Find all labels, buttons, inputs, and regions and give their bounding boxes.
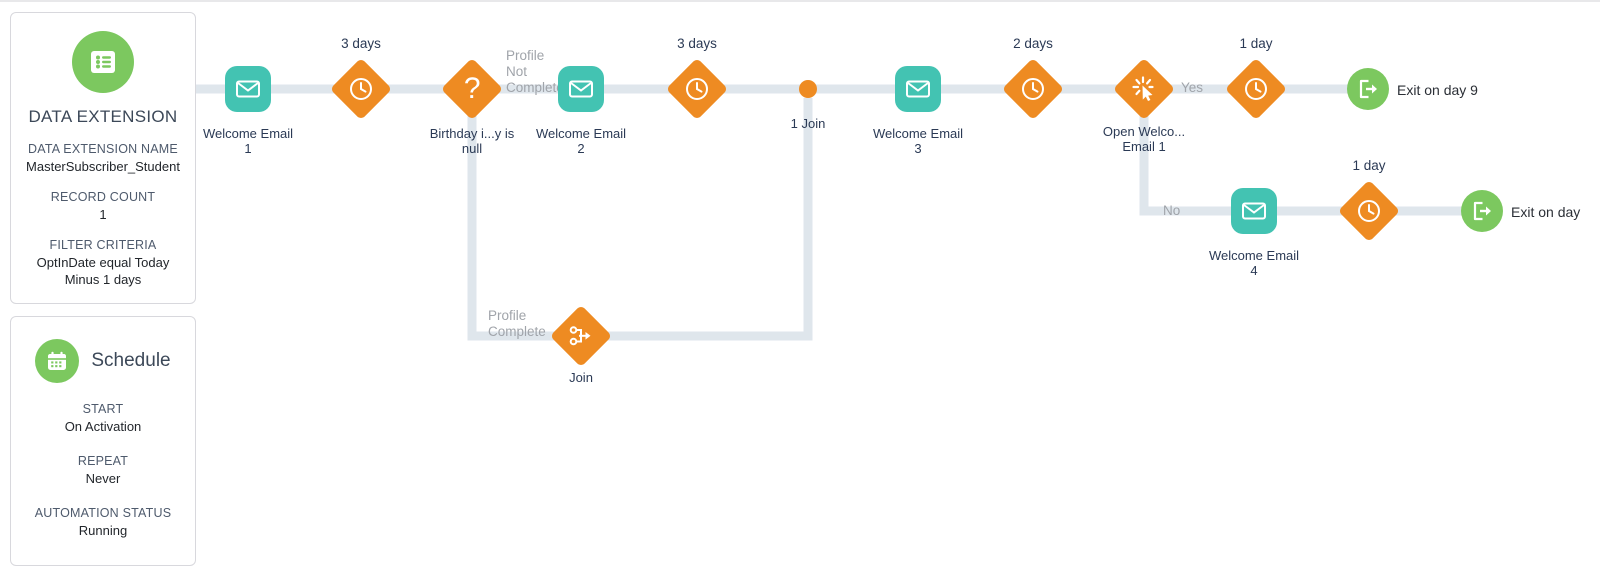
node-welcome-email-4[interactable] [1231, 188, 1277, 234]
node-wait-3-days-a[interactable] [329, 57, 393, 121]
node-welcome-email-2[interactable] [558, 66, 604, 112]
clock-icon [1224, 57, 1288, 121]
time-label-wait-1-day-no: 1 day [1352, 158, 1386, 173]
node-welcome-email-1[interactable] [225, 66, 271, 112]
merge-icon [549, 304, 613, 368]
clock-icon [329, 57, 393, 121]
click-burst-icon [1112, 57, 1176, 121]
exit-label-day-bottom: Exit on day [1511, 204, 1581, 220]
node-wait-2-days[interactable] [1001, 57, 1065, 121]
node-open-welcome-decision[interactable] [1112, 57, 1176, 121]
clock-icon [1001, 57, 1065, 121]
exit-label-day-9: Exit on day 9 [1397, 82, 1478, 98]
edge-label-yes-branch: Yes [1181, 80, 1204, 95]
envelope-icon [895, 66, 941, 112]
exit-icon [1461, 190, 1503, 232]
node-join[interactable] [549, 304, 613, 368]
time-label-wait-3-days-a: 3 days [341, 36, 381, 51]
question-glyph: ? [463, 72, 481, 105]
edge-label-profile-not-complete: Profile Not Complete [506, 48, 564, 95]
edge-label-no-branch: No [1163, 203, 1181, 218]
node-welcome-email-3[interactable] [895, 66, 941, 112]
envelope-icon [558, 66, 604, 112]
exit-icon [1347, 68, 1389, 110]
node-exit-day-bottom[interactable] [1461, 190, 1503, 232]
envelope-icon [225, 66, 271, 112]
node-wait-1-day-no[interactable] [1337, 179, 1401, 243]
journey-canvas[interactable]: Welcome Email 1 3 days ? Birthday i...y … [0, 0, 1600, 585]
node-birthday-decision[interactable]: ? [440, 57, 504, 121]
node-wait-3-days-b[interactable] [665, 57, 729, 121]
time-label-wait-1-day-yes: 1 day [1239, 36, 1273, 51]
dot-icon [799, 80, 817, 98]
node-exit-day-9[interactable] [1347, 68, 1389, 110]
clock-icon [1337, 179, 1401, 243]
time-label-wait-3-days-b: 3 days [677, 36, 717, 51]
envelope-icon [1231, 188, 1277, 234]
edge-label-profile-complete: Profile Complete [488, 308, 546, 339]
node-wait-1-day-yes[interactable] [1224, 57, 1288, 121]
time-label-wait-2-days: 2 days [1013, 36, 1053, 51]
node-join-point[interactable] [799, 80, 817, 98]
question-icon: ? [440, 57, 504, 121]
clock-icon [665, 57, 729, 121]
